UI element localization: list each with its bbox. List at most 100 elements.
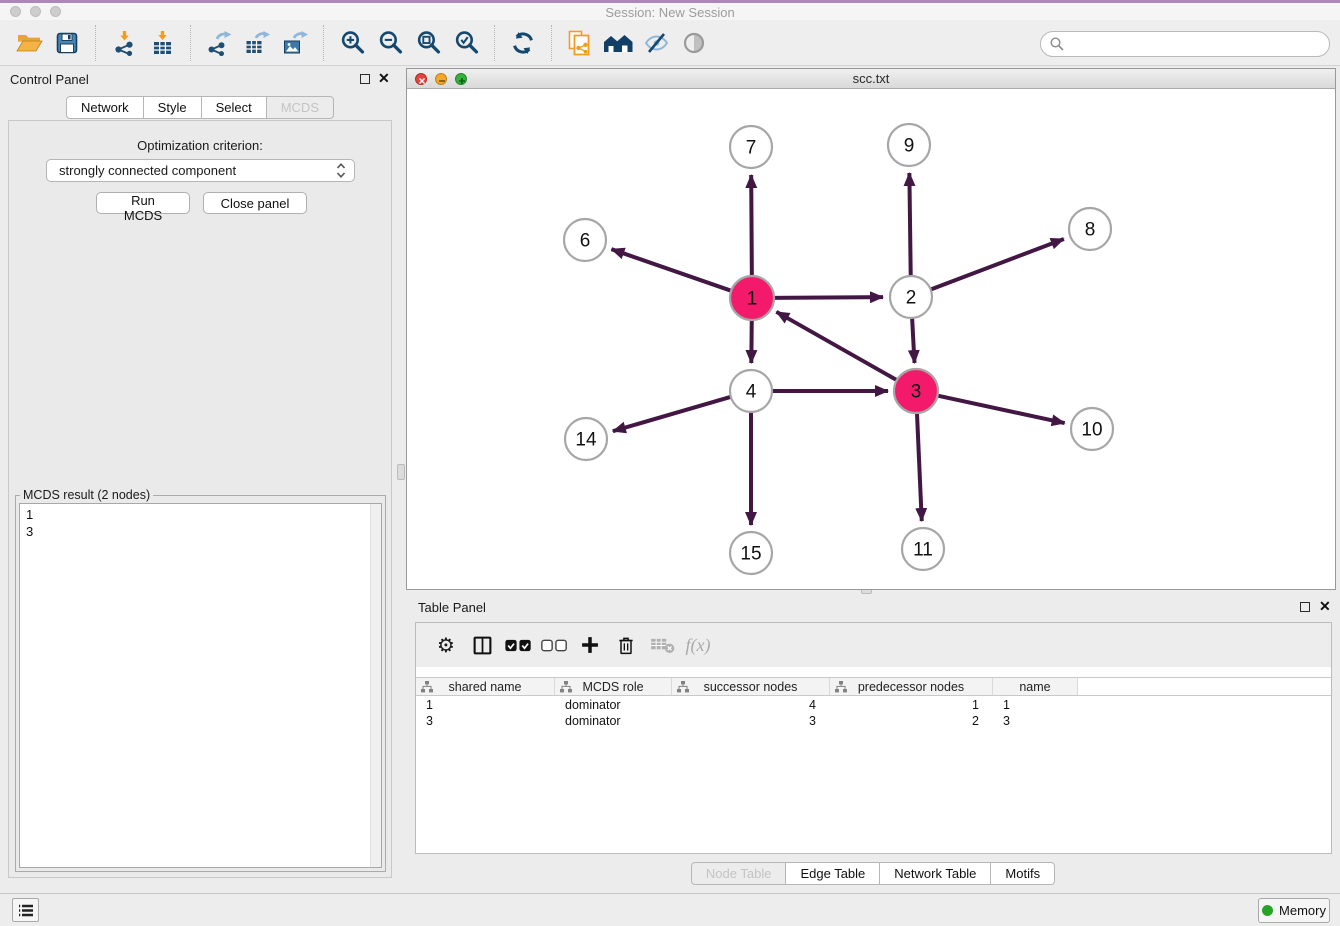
vertical-splitter-handle[interactable] [397, 464, 405, 480]
show-column-button[interactable] [464, 629, 500, 661]
column-header-label: shared name [449, 680, 522, 694]
refresh-button[interactable] [504, 24, 542, 62]
import-table-button[interactable] [143, 24, 181, 62]
graph-edge-3-11[interactable] [917, 411, 922, 521]
column-header-predecessor-nodes[interactable]: predecessor nodes [830, 678, 993, 695]
hierarchy-icon [560, 681, 572, 693]
graph-edge-1-7[interactable] [751, 175, 752, 278]
graph-node-2[interactable] [890, 276, 932, 318]
graph-node-11[interactable] [902, 528, 944, 570]
tab-style[interactable]: Style [143, 96, 202, 119]
column-header-successor-nodes[interactable]: successor nodes [672, 678, 830, 695]
graph-edge-2-3[interactable] [912, 317, 914, 363]
column-header-MCDS-role[interactable]: MCDS role [555, 678, 672, 695]
node-table-container: ⚙ [415, 622, 1332, 854]
apply-function-button[interactable]: f(x) [680, 629, 716, 661]
search-input[interactable] [1070, 37, 1320, 52]
column-header-shared-name[interactable]: shared name [416, 678, 555, 695]
new-network-from-selection-button[interactable] [561, 24, 599, 62]
graph-node-10[interactable] [1071, 408, 1113, 450]
graph-node-4[interactable] [730, 370, 772, 412]
export-network-button[interactable] [200, 24, 238, 62]
mcds-result-textarea[interactable]: 1 3 [19, 503, 382, 868]
graph-edge-1-2[interactable] [772, 297, 883, 298]
search-field[interactable] [1040, 31, 1330, 57]
table-tabs: Node TableEdge TableNetwork TableMotifs [406, 862, 1340, 885]
hide-view-button[interactable] [637, 24, 675, 62]
table-cell: 1 [993, 697, 1078, 713]
zoom-out-button[interactable] [371, 24, 409, 62]
tab-network[interactable]: Network [66, 96, 144, 119]
control-panel-close-button[interactable]: ✕ [378, 73, 390, 83]
graph-edge-3-10[interactable] [936, 395, 1065, 423]
status-bar: Memory [0, 893, 1340, 926]
tab-mcds[interactable]: MCDS [266, 96, 334, 119]
tab-node-table[interactable]: Node Table [691, 862, 787, 885]
network-window-titlebar: scc.txt [407, 69, 1335, 89]
zoom-fit-button[interactable] [409, 24, 447, 62]
graph-node-7[interactable] [730, 126, 772, 168]
zoom-out-icon [378, 30, 403, 55]
export-image-button[interactable] [276, 24, 314, 62]
function-fx-icon: f(x) [686, 635, 711, 656]
graph-node-15[interactable] [730, 532, 772, 574]
zoom-in-button[interactable] [333, 24, 371, 62]
graph-edge-3-1[interactable] [776, 312, 898, 381]
column-header-name[interactable]: name [993, 678, 1078, 695]
table-row[interactable]: 1dominator411 [416, 697, 1331, 713]
table-row[interactable]: 3dominator323 [416, 713, 1331, 729]
tab-edge-table[interactable]: Edge Table [785, 862, 880, 885]
close-panel-button[interactable]: Close panel [203, 192, 307, 214]
show-view-button[interactable] [675, 24, 713, 62]
graph-node-8[interactable] [1069, 208, 1111, 250]
mcds-result-scrollbar[interactable] [370, 504, 381, 867]
gear-icon: ⚙ [437, 635, 455, 655]
table-cell: 2 [830, 713, 993, 729]
delete-table-button[interactable] [644, 629, 680, 661]
tab-select[interactable]: Select [201, 96, 267, 119]
graph-node-3[interactable] [894, 369, 938, 413]
add-column-button[interactable] [572, 629, 608, 661]
home-navigator-button[interactable] [599, 24, 637, 62]
memory-button[interactable]: Memory [1258, 898, 1330, 923]
zoom-selected-icon [454, 30, 479, 55]
table-panel-float-button[interactable] [1300, 602, 1310, 612]
network-graph[interactable]: 1234678910111415 [407, 89, 1335, 589]
save-session-button[interactable] [48, 24, 86, 62]
graph-node-1[interactable] [730, 276, 774, 320]
export-table-button[interactable] [238, 24, 276, 62]
column-header-label: name [1019, 680, 1050, 694]
delete-table-icon [650, 637, 675, 654]
graph-edge-4-14[interactable] [613, 397, 732, 432]
table-panel-close-button[interactable]: ✕ [1319, 601, 1331, 611]
unchecked-boxes-icon [540, 638, 569, 653]
mcds-result-title: MCDS result (2 nodes) [20, 488, 153, 502]
select-stepper-icon [336, 162, 346, 179]
select-all-button[interactable] [500, 629, 536, 661]
status-menu-button[interactable] [12, 898, 39, 922]
plus-icon [580, 635, 600, 655]
graph-node-14[interactable] [565, 418, 607, 460]
graph-edge-2-8[interactable] [930, 239, 1064, 290]
tab-network-table[interactable]: Network Table [879, 862, 991, 885]
graph-node-6[interactable] [564, 219, 606, 261]
delete-column-button[interactable] [608, 629, 644, 661]
optimization-criterion-label: Optimization criterion: [9, 138, 391, 153]
graph-edge-2-9[interactable] [909, 173, 910, 277]
import-network-button[interactable] [105, 24, 143, 62]
table-settings-button[interactable]: ⚙ [428, 629, 464, 661]
optimization-criterion-select[interactable]: strongly connected component [46, 159, 355, 182]
deselect-all-button[interactable] [536, 629, 572, 661]
run-mcds-button[interactable]: Run MCDS [96, 192, 190, 214]
tab-motifs[interactable]: Motifs [990, 862, 1055, 885]
export-image-icon [282, 30, 308, 56]
refresh-icon [510, 30, 536, 56]
memory-status-dot [1262, 905, 1273, 916]
optimization-criterion-value: strongly connected component [59, 163, 336, 178]
graph-edge-1-6[interactable] [611, 249, 733, 291]
zoom-selected-button[interactable] [447, 24, 485, 62]
hierarchy-icon [421, 681, 433, 693]
open-session-button[interactable] [10, 24, 48, 62]
control-panel-float-button[interactable] [360, 74, 370, 84]
graph-node-9[interactable] [888, 124, 930, 166]
